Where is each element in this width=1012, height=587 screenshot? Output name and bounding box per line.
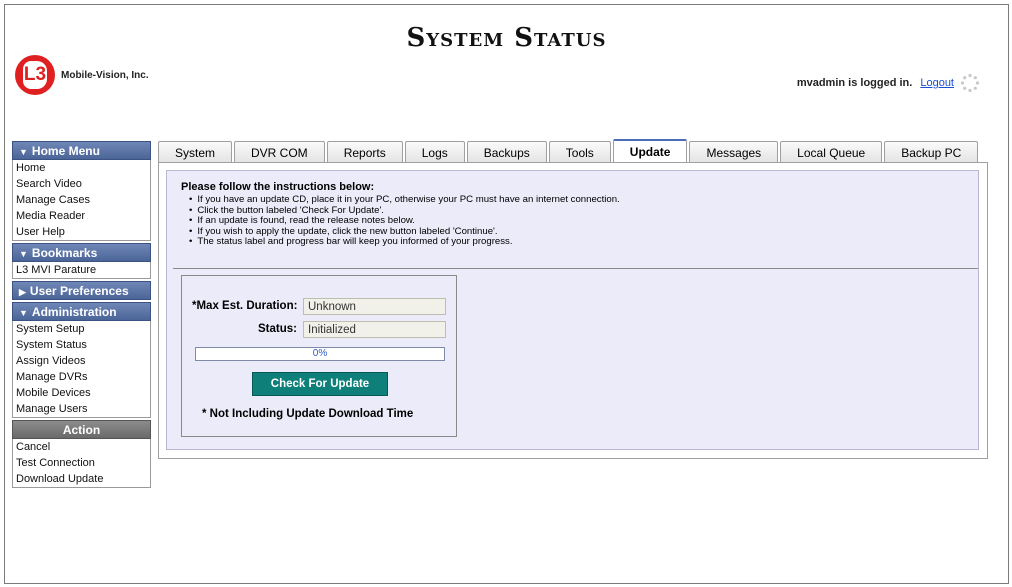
sidebar-item-system-status[interactable]: System Status bbox=[12, 337, 151, 353]
sidebar-header-label: Administration bbox=[31, 305, 117, 319]
download-time-note: * Not Including Update Download Time bbox=[202, 408, 414, 420]
triangle-down-icon: ▼ bbox=[19, 249, 28, 259]
sidebar-section-administration: ▼ Administration System Setup System Stat… bbox=[12, 302, 151, 418]
tab-bar: System DVR COM Reports Logs Backups Tool… bbox=[158, 139, 980, 163]
status-label: Status: bbox=[258, 323, 297, 335]
status-field: Initialized bbox=[303, 321, 446, 338]
tab-backups[interactable]: Backups bbox=[466, 141, 547, 162]
check-for-update-button[interactable]: Check For Update bbox=[252, 372, 388, 396]
logo-mark-text: L3 bbox=[23, 61, 47, 89]
sidebar-header-label: Home Menu bbox=[31, 144, 100, 158]
sidebar-header-user-preferences[interactable]: ▶ User Preferences bbox=[12, 281, 151, 300]
loading-spinner-icon bbox=[960, 73, 980, 93]
sidebar-header-label: Bookmarks bbox=[31, 246, 98, 260]
tab-messages[interactable]: Messages bbox=[689, 141, 779, 162]
tab-dvr-com[interactable]: DVR COM bbox=[234, 141, 325, 162]
tab-content-panel: Please follow the instructions below: If… bbox=[158, 162, 988, 459]
tab-tools[interactable]: Tools bbox=[548, 141, 611, 162]
action-test-connection[interactable]: Test Connection bbox=[12, 455, 151, 471]
sidebar-section-bookmarks: ▼ Bookmarks L3 MVI Parature bbox=[12, 243, 151, 279]
sidebar-header-action: Action bbox=[12, 420, 151, 439]
logout-link[interactable]: Logout bbox=[920, 77, 954, 89]
instructions-list: If you have an update CD, place it in yo… bbox=[189, 194, 620, 248]
sidebar-section-action: Action Cancel Test Connection Download U… bbox=[12, 420, 151, 488]
sidebar-header-bookmarks[interactable]: ▼ Bookmarks bbox=[12, 243, 151, 262]
login-area: mvadmin is logged in. Logout bbox=[797, 73, 980, 93]
instruction-item: If you have an update CD, place it in yo… bbox=[189, 194, 619, 206]
user-status-text: mvadmin is logged in. bbox=[796, 77, 913, 89]
tab-local-queue[interactable]: Local Queue bbox=[780, 141, 883, 162]
l3-logo-icon: L3 bbox=[15, 55, 55, 95]
sidebar-item-mobile-devices[interactable]: Mobile Devices bbox=[12, 385, 151, 401]
sidebar-section-home-menu: ▼ Home Menu Home Search Video Manage Case… bbox=[12, 141, 151, 241]
sidebar-header-label: User Preferences bbox=[29, 284, 129, 298]
progress-text: 0% bbox=[312, 348, 328, 359]
tab-reports[interactable]: Reports bbox=[326, 141, 403, 162]
tab-backup-pc[interactable]: Backup PC bbox=[884, 141, 979, 162]
sidebar-item-l3-mvi-parature[interactable]: L3 MVI Parature bbox=[12, 262, 151, 278]
triangle-down-icon: ▼ bbox=[19, 308, 28, 318]
action-cancel[interactable]: Cancel bbox=[12, 439, 151, 455]
sidebar: ▼ Home Menu Home Search Video Manage Case… bbox=[12, 141, 151, 490]
tab-update[interactable]: Update bbox=[612, 139, 688, 162]
tab-logs[interactable]: Logs bbox=[404, 141, 465, 162]
triangle-right-icon: ▶ bbox=[19, 287, 26, 297]
sidebar-item-user-help[interactable]: User Help bbox=[12, 224, 151, 240]
progress-bar: 0% bbox=[195, 347, 445, 361]
logo-text: Mobile-Vision, Inc. bbox=[61, 69, 149, 81]
update-panel: Please follow the instructions below: If… bbox=[166, 170, 979, 450]
sidebar-item-search-video[interactable]: Search Video bbox=[12, 176, 151, 192]
sidebar-section-user-preferences: ▶ User Preferences bbox=[12, 281, 151, 300]
sidebar-item-manage-users[interactable]: Manage Users bbox=[12, 401, 151, 417]
sidebar-header-home-menu[interactable]: ▼ Home Menu bbox=[12, 141, 151, 160]
sidebar-item-manage-cases[interactable]: Manage Cases bbox=[12, 192, 151, 208]
sidebar-item-system-setup[interactable]: System Setup bbox=[12, 321, 151, 337]
tab-system[interactable]: System bbox=[158, 141, 233, 162]
instruction-item: If an update is found, read the release … bbox=[189, 215, 620, 227]
divider bbox=[173, 268, 978, 269]
triangle-down-icon: ▼ bbox=[19, 147, 28, 157]
instruction-item: The status label and progress bar will k… bbox=[189, 236, 620, 248]
max-duration-label: *Max Est. Duration: bbox=[192, 300, 298, 312]
sidebar-header-administration[interactable]: ▼ Administration bbox=[12, 302, 151, 321]
sidebar-item-assign-videos[interactable]: Assign Videos bbox=[12, 353, 151, 369]
sidebar-item-media-reader[interactable]: Media Reader bbox=[12, 208, 151, 224]
page-title: System Status bbox=[406, 23, 607, 53]
instructions-heading: Please follow the instructions below: bbox=[181, 181, 375, 193]
update-status-box: *Max Est. Duration: Unknown Status: Init… bbox=[181, 275, 457, 437]
max-duration-field: Unknown bbox=[303, 298, 446, 315]
sidebar-item-manage-dvrs[interactable]: Manage DVRs bbox=[12, 369, 151, 385]
company-logo: L3 Mobile-Vision, Inc. bbox=[15, 55, 149, 95]
action-download-update[interactable]: Download Update bbox=[12, 471, 151, 487]
sidebar-item-home[interactable]: Home bbox=[12, 160, 151, 176]
